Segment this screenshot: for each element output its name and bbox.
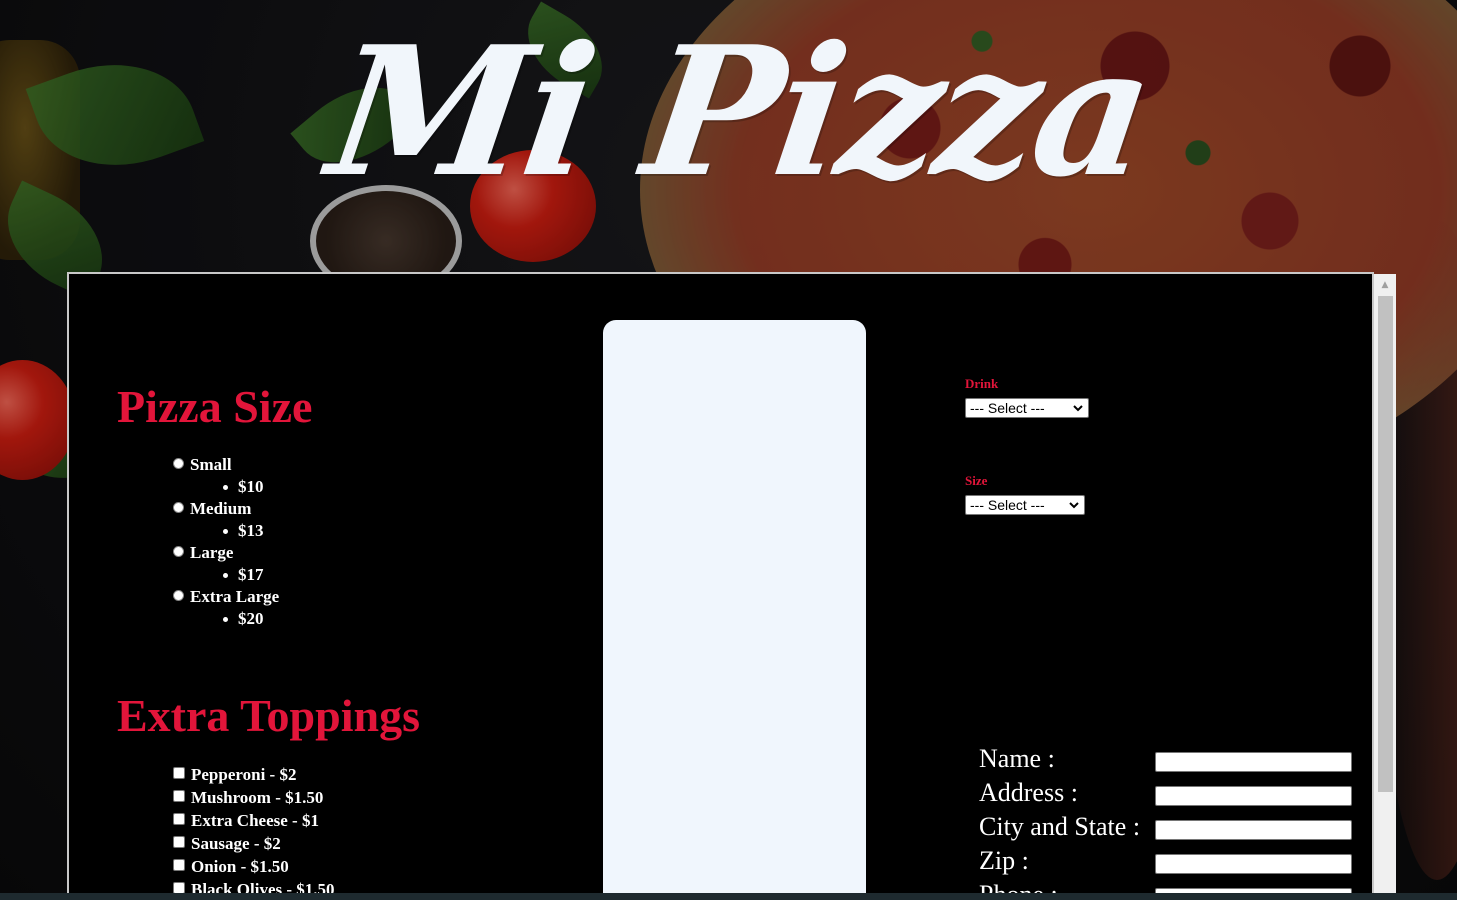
size-option-medium[interactable]: Medium: [173, 498, 279, 520]
drink-size-select[interactable]: --- Select ---: [965, 495, 1085, 515]
drink-size-select-value: --- Select ---: [970, 497, 1045, 513]
topping-label: Sausage - $2: [191, 833, 281, 853]
size-option-extra-large[interactable]: Extra Large: [173, 586, 279, 608]
checkbox[interactable]: [173, 789, 185, 802]
address-input[interactable]: [1155, 786, 1352, 806]
name-label: Name :: [979, 744, 1055, 773]
order-summary-card: [603, 320, 866, 900]
drink-select-value: --- Select ---: [970, 400, 1045, 416]
toppings-list: Pepperoni - $2 Mushroom - $1.50 Extra Ch…: [173, 763, 335, 900]
zip-input[interactable]: [1155, 854, 1352, 874]
size-option-label: Medium: [190, 499, 252, 518]
size-option-label: Small: [190, 455, 232, 474]
vertical-scrollbar[interactable]: ▲: [1374, 274, 1396, 900]
address-label: Address :: [979, 778, 1078, 807]
checkbox[interactable]: [173, 881, 185, 894]
chevron-down-icon: [1069, 502, 1079, 509]
drink-size-label: Size: [965, 473, 988, 488]
size-price: $20: [173, 608, 279, 630]
radio-button[interactable]: [173, 545, 184, 557]
checkbox[interactable]: [173, 835, 185, 848]
radio-button[interactable]: [173, 589, 184, 601]
scroll-up-arrow-icon[interactable]: ▲: [1374, 274, 1396, 296]
topping-onion[interactable]: Onion - $1.50: [173, 855, 335, 878]
pizza-size-list: Small $10 Medium $13 Large $17 Extra Lar…: [173, 454, 279, 630]
size-option-label: Large: [190, 543, 234, 562]
checkbox[interactable]: [173, 858, 185, 871]
name-input[interactable]: [1155, 752, 1352, 772]
city-state-label: City and State :: [979, 812, 1141, 841]
name-row: Name :: [979, 742, 1359, 776]
drink-label: Drink: [965, 376, 999, 391]
size-price: $10: [173, 476, 279, 498]
topping-pepperoni[interactable]: Pepperoni - $2: [173, 763, 335, 786]
city-state-row: City and State :: [979, 810, 1359, 844]
size-option-small[interactable]: Small: [173, 454, 279, 476]
radio-button[interactable]: [173, 501, 184, 513]
site-logo: Mi Pizza: [318, 7, 1162, 216]
size-option-large[interactable]: Large: [173, 542, 279, 564]
topping-label: Extra Cheese - $1: [191, 810, 319, 830]
drink-select[interactable]: --- Select ---: [965, 398, 1089, 418]
radio-button[interactable]: [173, 457, 184, 469]
checkbox[interactable]: [173, 812, 185, 825]
checkbox[interactable]: [173, 766, 185, 779]
order-panel: Pizza Size Small $10 Medium $13 Large $1…: [67, 272, 1374, 900]
zip-label: Zip :: [979, 846, 1029, 875]
taskbar-strip: [0, 893, 1457, 900]
topping-label: Onion - $1.50: [191, 856, 289, 876]
topping-label: Pepperoni - $2: [191, 764, 297, 784]
city-state-input[interactable]: [1155, 820, 1352, 840]
topping-mushroom[interactable]: Mushroom - $1.50: [173, 786, 335, 809]
topping-extra-cheese[interactable]: Extra Cheese - $1: [173, 809, 335, 832]
address-row: Address :: [979, 776, 1359, 810]
pizza-size-heading: Pizza Size: [117, 381, 313, 432]
extra-toppings-heading: Extra Toppings: [117, 690, 420, 741]
chevron-down-icon: [1073, 405, 1083, 412]
size-price: $13: [173, 520, 279, 542]
topping-sausage[interactable]: Sausage - $2: [173, 832, 335, 855]
size-option-label: Extra Large: [190, 587, 280, 606]
topping-label: Mushroom - $1.50: [191, 787, 324, 807]
scrollbar-thumb[interactable]: [1378, 296, 1393, 792]
zip-row: Zip :: [979, 844, 1359, 878]
size-price: $17: [173, 564, 279, 586]
